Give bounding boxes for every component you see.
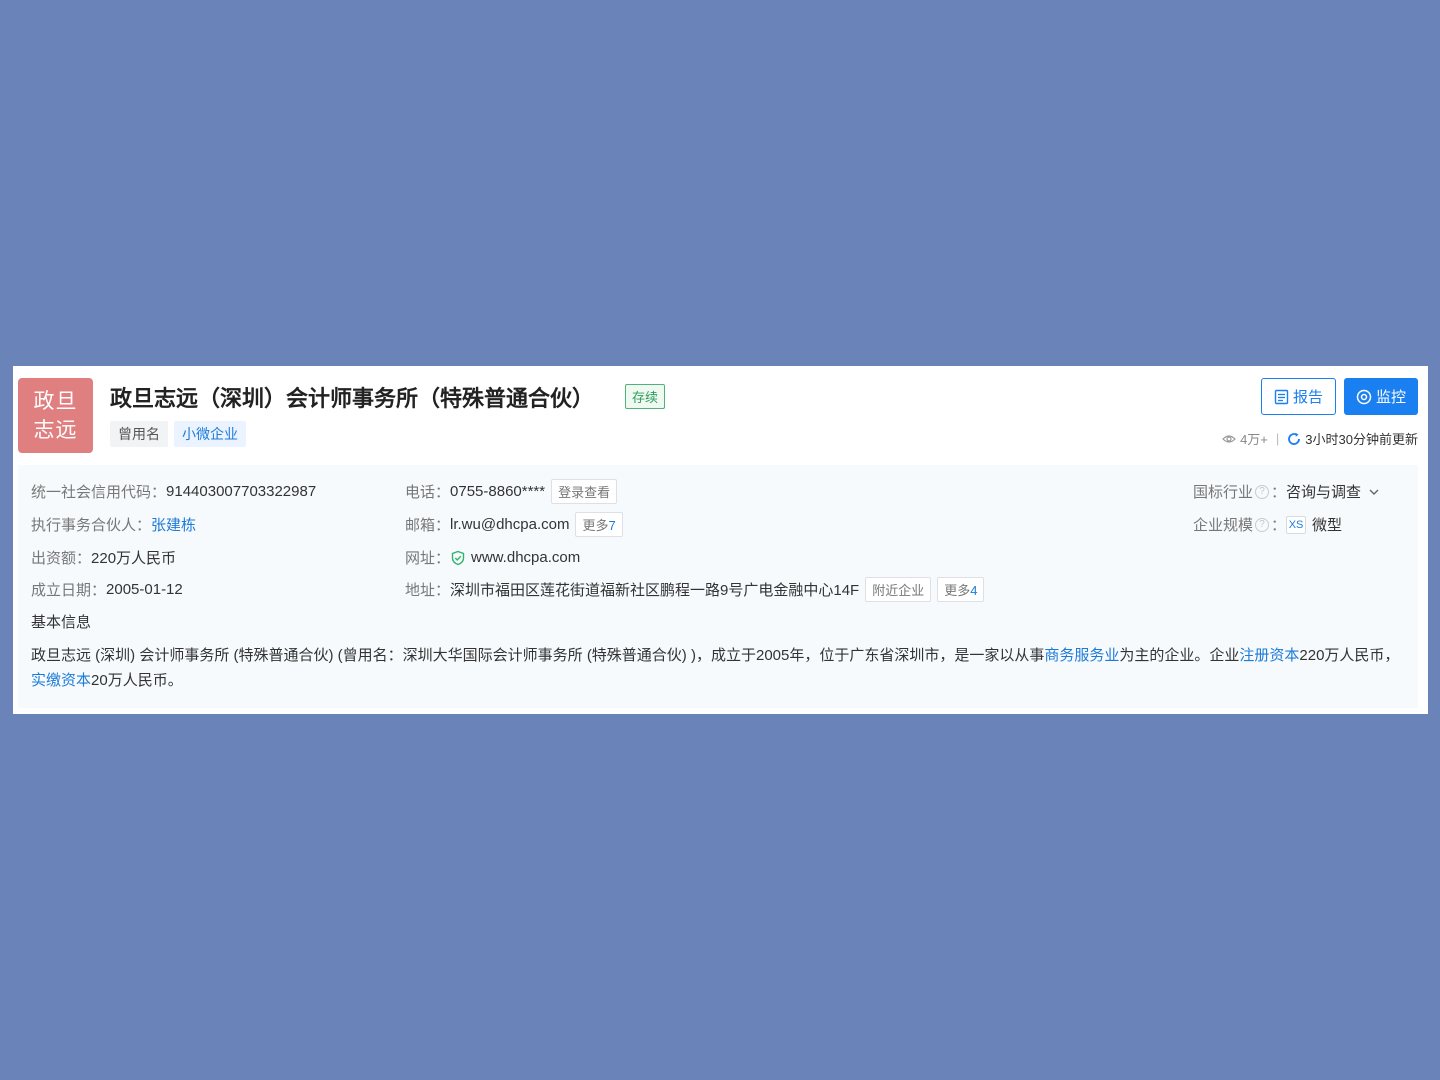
email-label: 邮箱： (405, 517, 451, 534)
capital-label: 出资额： (31, 550, 92, 567)
basic-info-title: 基本信息 (31, 611, 91, 632)
nearby-companies-button[interactable]: 附近企业 (865, 577, 932, 602)
capital-row: 出资额： 220万人民币 (31, 547, 176, 568)
credit-code-value: 914403007703322987 (166, 483, 317, 500)
address-more-label: 更多 (944, 583, 971, 598)
monitor-button[interactable]: 监控 (1344, 378, 1418, 415)
company-description: 政旦志远 (深圳) 会计师事务所 (特殊普通合伙) (曾用名：深圳大华国际会计师… (31, 643, 1401, 693)
info-panel: 统一社会信用代码： 914403007703322987 执行事务合伙人： 张建… (18, 465, 1418, 708)
status-badge: 存续 (625, 384, 666, 409)
desc-text-2: 为主的企业。企业 (1119, 647, 1240, 664)
scale-badge: XS (1286, 515, 1307, 534)
date-label: 成立日期： (31, 582, 107, 599)
basic-info-label: 基本信息 (31, 614, 92, 631)
paid-in-capital-link[interactable]: 实缴资本 (31, 672, 91, 689)
monitor-label: 监控 (1375, 389, 1406, 406)
help-icon[interactable]: ? (1255, 517, 1270, 532)
scale-colon: ： (1271, 517, 1287, 534)
industry-value: 咨询与调查 (1286, 484, 1362, 501)
company-card: 政旦 志远 政旦志远（深圳）会计师事务所（特殊普通合伙） 存续 曾用名 小微企业… (13, 366, 1428, 714)
partner-row: 执行事务合伙人： 张建栋 (31, 514, 196, 535)
logo-text-line2: 志远 (33, 418, 78, 442)
email-more-button[interactable]: 更多7 (575, 512, 623, 537)
address-more-button[interactable]: 更多4 (937, 577, 985, 602)
industry-label: 国标行业 (1193, 484, 1254, 501)
former-name-tag[interactable]: 曾用名 (110, 421, 168, 447)
company-logo: 政旦 志远 (18, 378, 93, 453)
address-more-count: 4 (970, 583, 978, 598)
industry-colon: ： (1271, 484, 1287, 501)
scale-value: 微型 (1312, 517, 1343, 534)
email-value[interactable]: lr.wu@dhcpa.com (450, 516, 569, 533)
email-more-count: 7 (608, 518, 616, 533)
eye-icon (1222, 434, 1236, 443)
logo-text-line1: 政旦 (33, 389, 78, 413)
scale-row: 企业规模 ? ： XS 微型 (1193, 514, 1342, 535)
shield-check-icon (451, 550, 465, 565)
report-button[interactable]: 报告 (1261, 378, 1336, 415)
date-value: 2005-01-12 (106, 581, 183, 598)
date-row: 成立日期： 2005-01-12 (31, 579, 183, 600)
address-label: 地址： (405, 582, 451, 599)
phone-row: 电话： 0755-8860**** 登录查看 (405, 479, 618, 504)
refresh-icon[interactable] (1287, 432, 1301, 446)
industry-link[interactable]: 商务服务业 (1044, 647, 1119, 664)
email-row: 邮箱： lr.wu@dhcpa.com 更多7 (405, 512, 623, 537)
partner-label: 执行事务合伙人： (31, 517, 152, 534)
view-count: 4万+ (1240, 432, 1268, 447)
chevron-down-icon[interactable] (1368, 487, 1380, 497)
phone-label: 电话： (405, 484, 451, 501)
address-row: 地址： 深圳市福田区莲花街道福新社区鹏程一路9号广电金融中心14F 附近企业 更… (405, 577, 985, 602)
meta-line: 4万+ | 3小时30分钟前更新 (1222, 429, 1418, 448)
capital-value: 220万人民币 (91, 550, 177, 567)
report-label: 报告 (1292, 389, 1323, 406)
website-value[interactable]: www.dhcpa.com (471, 549, 580, 566)
phone-value: 0755-8860**** (450, 483, 546, 500)
industry-row: 国标行业 ? ： 咨询与调查 (1193, 481, 1380, 502)
login-view-button[interactable]: 登录查看 (551, 479, 618, 504)
company-name: 政旦志远（深圳）会计师事务所（特殊普通合伙） (110, 386, 595, 411)
help-icon[interactable]: ? (1255, 484, 1270, 499)
email-more-label: 更多 (582, 518, 609, 533)
registered-capital-link[interactable]: 注册资本 (1239, 647, 1299, 664)
company-type-tag[interactable]: 小微企业 (174, 421, 246, 447)
partner-link[interactable]: 张建栋 (151, 514, 196, 535)
desc-text-4: 20万人民币。 (91, 672, 183, 689)
desc-text-3: 220万人民币， (1299, 647, 1400, 664)
desc-text-1: 政旦志远 (深圳) 会计师事务所 (特殊普通合伙) (曾用名：深圳大华国际会计师… (31, 647, 1045, 664)
monitor-eye-icon (1356, 389, 1372, 404)
meta-separator: | (1275, 431, 1280, 446)
scale-label: 企业规模 (1193, 517, 1254, 534)
document-icon (1274, 389, 1289, 404)
credit-code-label: 统一社会信用代码： (31, 484, 167, 501)
website-label: 网址： (405, 550, 451, 567)
credit-code-row: 统一社会信用代码： 914403007703322987 (31, 481, 316, 502)
website-row: 网址： www.dhcpa.com (405, 547, 580, 568)
update-time: 3小时30分钟前更新 (1305, 432, 1418, 447)
address-value: 深圳市福田区莲花街道福新社区鹏程一路9号广电金融中心14F (450, 582, 860, 599)
